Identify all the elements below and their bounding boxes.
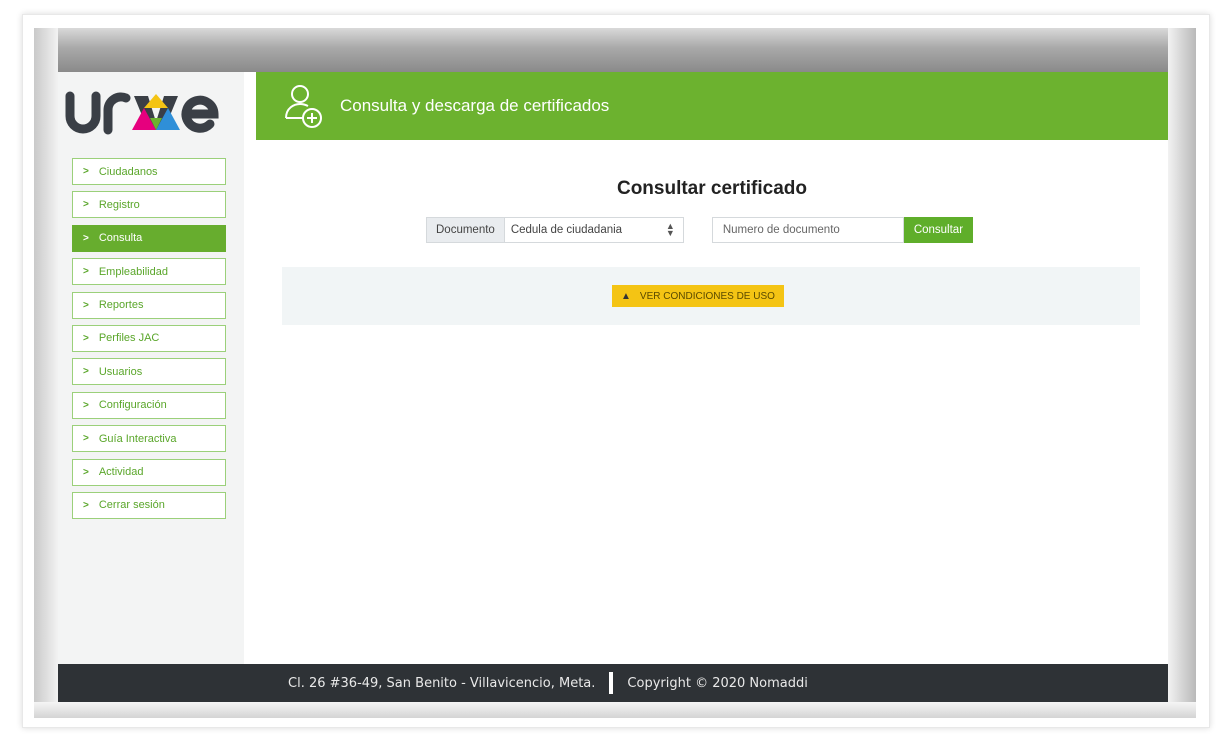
footer-separator bbox=[609, 672, 614, 694]
sidebar-item-label: Usuarios bbox=[98, 365, 143, 378]
chevron-right-icon: > bbox=[83, 166, 89, 177]
sidebar-item-label: Guía Interactiva bbox=[98, 432, 177, 445]
sidebar-nav: > Ciudadanos > Registro > Consulta > Emp… bbox=[72, 158, 226, 525]
frame-shadow-top bbox=[34, 28, 1196, 72]
chevron-right-icon: > bbox=[83, 199, 89, 211]
header-title: Consulta y descarga de certificados bbox=[340, 96, 610, 115]
chevron-right-icon: > bbox=[83, 332, 89, 344]
sidebar-item-label: Perfiles JAC bbox=[98, 332, 160, 345]
frame-shadow-bottom bbox=[34, 702, 1196, 718]
sidebar-item-cerrar-sesion[interactable]: > Cerrar sesión bbox=[72, 491, 226, 519]
frame-shadow-right bbox=[1168, 28, 1196, 718]
sidebar-item-label: Cerrar sesión bbox=[98, 499, 165, 512]
chevron-right-icon: > bbox=[83, 232, 89, 244]
warning-icon: ▲ bbox=[621, 290, 631, 302]
chevron-right-icon: > bbox=[83, 266, 89, 278]
sidebar-item-label: Actividad bbox=[98, 466, 144, 479]
sidebar-item-actividad[interactable]: > Actividad bbox=[72, 458, 226, 486]
chevron-right-icon: > bbox=[83, 433, 89, 445]
page-title: Consultar certificado bbox=[616, 178, 808, 199]
sidebar-item-consulta[interactable]: > Consulta bbox=[72, 224, 226, 252]
sidebar-item-reportes[interactable]: > Reportes bbox=[72, 291, 226, 319]
sidebar-item-registro[interactable]: > Registro bbox=[72, 191, 226, 219]
sidebar-item-label: Registro bbox=[98, 198, 140, 211]
sidebar-item-label: Reportes bbox=[98, 299, 144, 312]
add-user-icon bbox=[285, 85, 322, 128]
conditions-button[interactable]: ▲ VER CONDICIONES DE USO bbox=[612, 285, 784, 307]
consultar-button[interactable]: Consultar bbox=[903, 217, 974, 243]
frame-shadow-left bbox=[34, 28, 58, 718]
footer-copyright: Copyright © 2020 Nomaddi bbox=[627, 675, 808, 691]
chevron-right-icon: > bbox=[83, 299, 89, 311]
chevron-right-icon: > bbox=[83, 466, 89, 478]
app-window: > Ciudadanos > Registro > Consulta > Emp… bbox=[58, 72, 1168, 702]
page-header: Consulta y descarga de certificados bbox=[256, 72, 1168, 140]
chevron-right-icon: > bbox=[83, 499, 89, 511]
document-type-select[interactable]: Cedula de ciudadania ▲ ▼ bbox=[503, 217, 684, 243]
conditions-button-label: VER CONDICIONES DE USO bbox=[639, 290, 775, 302]
search-form: Documento Cedula de ciudadania ▲▼ Consul… bbox=[426, 217, 974, 243]
sidebar-item-label: Ciudadanos bbox=[98, 165, 158, 178]
sidebar-item-label: Configuración bbox=[98, 399, 167, 412]
footer-address: Cl. 26 #36-49, San Benito - Villavicenci… bbox=[288, 675, 596, 691]
chevron-right-icon: > bbox=[83, 399, 89, 411]
sidebar-item-label: Consulta bbox=[98, 232, 143, 245]
sidebar-item-perfiles-jac[interactable]: > Perfiles JAC bbox=[72, 324, 226, 352]
sidebar-item-empleabilidad[interactable]: > Empleabilidad bbox=[72, 258, 226, 286]
document-label: Documento bbox=[426, 217, 504, 243]
sidebar-item-usuarios[interactable]: > Usuarios bbox=[72, 358, 226, 386]
document-number-input[interactable] bbox=[711, 217, 904, 243]
page-footer: Cl. 26 #36-49, San Benito - Villavicenci… bbox=[58, 664, 1168, 702]
sidebar-item-configuracion[interactable]: > Configuración bbox=[72, 391, 226, 419]
main-content: Consultar certificado Documento Cedula d… bbox=[256, 140, 1168, 664]
urve-logo-graphic bbox=[65, 91, 219, 135]
chevron-right-icon: > bbox=[83, 366, 89, 378]
urve-logo[interactable] bbox=[64, 82, 240, 142]
document-type-value: Cedula de ciudadania bbox=[510, 224, 623, 236]
select-arrows-icon: ▲ ▼ bbox=[665, 221, 675, 238]
sidebar-item-guia-interactiva[interactable]: > Guía Interactiva bbox=[72, 425, 226, 453]
sidebar: > Ciudadanos > Registro > Consulta > Emp… bbox=[58, 72, 244, 664]
sidebar-item-ciudadanos[interactable]: > Ciudadanos bbox=[72, 158, 226, 185]
sidebar-item-label: Empleabilidad bbox=[98, 265, 168, 278]
conditions-panel: ▲ VER CONDICIONES DE USO bbox=[282, 267, 1140, 325]
